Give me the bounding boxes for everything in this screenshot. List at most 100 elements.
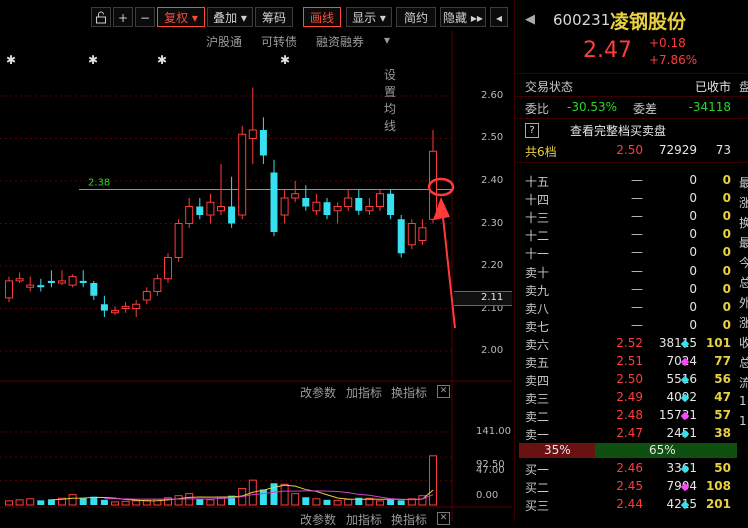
sell-price: — (631, 227, 643, 242)
sell-row[interactable]: 十三 — 0 0 (515, 209, 735, 227)
collapse-panel-icon[interactable]: ◀ (525, 12, 535, 27)
sell-count: 0 (722, 263, 731, 278)
sell-row[interactable]: 卖七 — 0 0 (515, 318, 735, 336)
ratio-value: -30.53% (567, 100, 618, 114)
sell-count: 0 (722, 209, 731, 224)
buy-count: 50 (714, 461, 731, 475)
current-price-tag: 2.11 (454, 291, 512, 306)
sell-row[interactable]: 卖十 — 0 0 (515, 264, 735, 282)
candle-body-up (344, 197, 353, 207)
candle-body-up (312, 201, 321, 212)
sell-row[interactable]: 卖二 2.48 15731 57 (515, 408, 735, 426)
sell-price: 2.52 (616, 335, 643, 350)
sell-level-name: 十五 (525, 175, 550, 189)
buy-count: 201 (705, 497, 731, 512)
candle-body-down (387, 193, 395, 215)
sell-row[interactable]: 卖五2.51702477 (515, 354, 735, 372)
volume-tick: 47.00 (476, 465, 505, 476)
side-tab-glyph: 换 (739, 216, 748, 230)
add-indicator-link[interactable]: 加指标 (346, 511, 382, 528)
price-change: +0.18 (649, 36, 686, 50)
add-indicator-link[interactable]: 加指标 (346, 384, 382, 401)
candle-body-up (26, 284, 35, 288)
kline-chart[interactable]: 2.38 (0, 0, 512, 521)
change-params-link[interactable]: 改参数 (300, 384, 336, 401)
buy-row[interactable]: 买一2.46336150 (515, 461, 735, 479)
side-tab-glyph: 总 (739, 356, 748, 370)
switch-indicator-link[interactable]: 换指标 (391, 511, 427, 528)
diff-label: 委差 (633, 102, 658, 116)
buy-row[interactable]: 买二2.457904108 (515, 479, 735, 497)
sell-count: 56 (714, 372, 731, 387)
close-indicator-button[interactable]: ✕ (437, 385, 450, 398)
sell-price: 2.50 (616, 372, 643, 387)
sell-row[interactable]: 十五 — 0 0 (515, 173, 735, 191)
candle-body-down (196, 206, 204, 215)
volume-bar-up (312, 498, 321, 506)
sell-volume: 0 (689, 191, 697, 206)
volume-bar-up (333, 499, 342, 506)
candle-body-up (164, 257, 172, 280)
volume-bar-down (387, 499, 395, 505)
sell-row[interactable]: 十四 — 0 0 (515, 191, 735, 209)
full-book-link[interactable]: 查看完整档买卖盘 (570, 122, 666, 139)
sell-count: 0 (722, 227, 731, 242)
sell-row[interactable]: 十一 — 0 0 (515, 245, 735, 263)
sell-level-name: 卖六 (525, 337, 550, 352)
bid-ask-split-bar: 35% 65% (519, 443, 737, 458)
candle-body-up (121, 305, 130, 309)
sell-price: — (631, 263, 643, 278)
candle-body-down (323, 202, 331, 215)
sell-volume: 0 (689, 227, 697, 242)
candle-body-down (100, 304, 108, 311)
split-right-pct: 65% (649, 443, 676, 457)
sell-count: 0 (722, 191, 731, 206)
switch-indicator-link[interactable]: 换指标 (391, 384, 427, 401)
buy-price: 2.46 (616, 461, 643, 475)
sell-row[interactable]: 卖八 — 0 0 (515, 300, 735, 318)
sell-row[interactable]: 卖三2.49409247 (515, 390, 735, 408)
candle-body-up (185, 206, 194, 224)
trade-status-label: 交易状态 (525, 80, 574, 94)
candle-body-up (365, 206, 374, 212)
candle-body-up (111, 310, 119, 314)
side-tab-glyph: 1 (739, 414, 747, 428)
sell-count: 77 (714, 354, 731, 368)
sell-row[interactable]: 卖九 — 0 0 (515, 282, 735, 300)
side-tab-glyph: 流 (739, 376, 748, 390)
candle-body-up (280, 197, 289, 216)
sell-row[interactable]: 卖六 2.52 38115 101 (515, 336, 735, 354)
close-indicator-button[interactable]: ✕ (437, 512, 450, 525)
sell-count: 0 (722, 299, 731, 314)
side-tab-glyph: 收 (739, 336, 748, 350)
candle-body-up (418, 227, 427, 241)
side-tab-glyph: 1 (739, 394, 747, 408)
total-count: 73 (715, 143, 731, 157)
candle-body-up (217, 206, 225, 212)
sell-level-name: 十四 (525, 193, 550, 208)
help-icon: ? (525, 123, 539, 138)
trade-status-row: 交易状态 已收市 (515, 78, 735, 96)
volume-ma-line-magenta (104, 490, 434, 500)
sell-row[interactable]: 卖一2.47245138 (515, 426, 735, 444)
volume-tick: 141.00 (476, 426, 511, 437)
sell-level-name: 卖四 (525, 374, 550, 389)
sell-price: — (631, 299, 643, 314)
buy-level-name: 买二 (525, 481, 550, 496)
sell-volume: 0 (689, 299, 697, 314)
volume-bar-up (26, 498, 35, 506)
candle-body-up (58, 280, 66, 284)
change-params-link[interactable]: 改参数 (300, 511, 336, 528)
full-book-row[interactable]: ? 查看完整档买卖盘 (515, 122, 735, 140)
volume-bar-up (174, 495, 183, 506)
sell-level-name: 卖三 (525, 392, 550, 407)
sell-row[interactable]: 十二 — 0 0 (515, 227, 735, 245)
sell-price: 2.48 (616, 408, 643, 423)
candle-body-up (5, 280, 13, 299)
sell-count: 47 (714, 390, 731, 405)
volume-bar-up (429, 455, 437, 506)
volume-bar-down (259, 489, 267, 505)
sell-row[interactable]: 卖四2.50551656 (515, 372, 735, 390)
sell-price: 2.49 (616, 390, 643, 405)
buy-row[interactable]: 买三2.444215201 (515, 497, 735, 515)
